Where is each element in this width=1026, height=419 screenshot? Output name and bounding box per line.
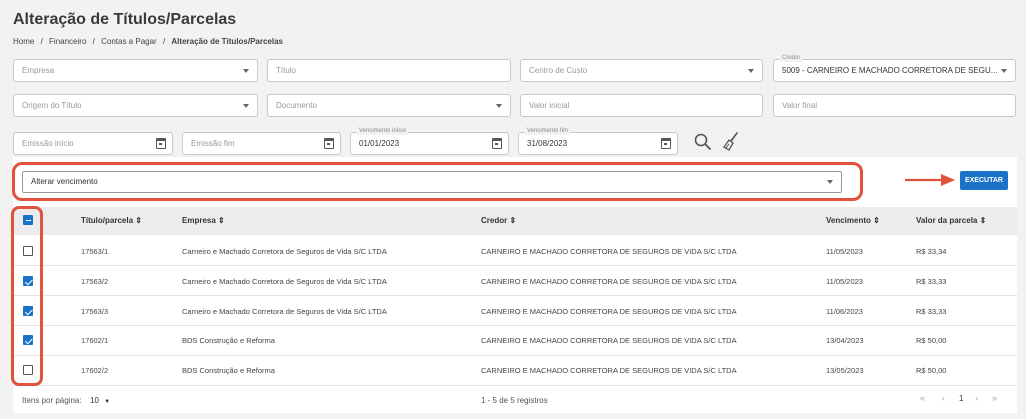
empresa-placeholder: Empresa [22, 66, 55, 75]
cell-titulo: 17563/2 [81, 277, 109, 286]
cell-empresa: BDS Construção e Reforma [182, 366, 275, 375]
origem-select[interactable]: Origem do Título [13, 94, 258, 117]
search-icon[interactable] [694, 133, 712, 151]
emissao-fim-placeholder: Emissão fim [191, 139, 235, 148]
vencimento-fim-input[interactable]: Vencimento fim 31/08/2023 [518, 127, 678, 155]
empresa-select[interactable]: Empresa [13, 59, 258, 82]
cell-credor: CARNEIRO E MACHADO CORRETORA DE SEGUROS … [481, 277, 737, 286]
valor-final-input[interactable]: Valor final [773, 94, 1016, 117]
titulo-placeholder: Título [276, 66, 297, 75]
per-page-label: Itens por página: [22, 396, 82, 405]
highlight-box-action [12, 162, 863, 201]
cell-valor: R$ 50,00 [916, 366, 947, 375]
chevron-down-icon [243, 69, 249, 73]
broom-icon[interactable] [722, 132, 740, 152]
documento-placeholder: Documento [276, 101, 317, 110]
breadcrumb-sep: / [162, 37, 166, 46]
calendar-icon[interactable] [492, 138, 502, 149]
chevron-down-icon: ▼ [104, 399, 111, 405]
col-credor[interactable]: Credor ⇕ [481, 216, 516, 225]
breadcrumb-current: Alteração de Títulos/Parcelas [171, 37, 284, 46]
calendar-icon[interactable] [324, 138, 334, 149]
centro-custo-placeholder: Centro de Custo [529, 66, 588, 75]
vencimento-inicio-value: 01/01/2023 [359, 139, 400, 148]
vencimento-inicio-input[interactable]: Vencimento início 01/01/2023 [350, 127, 509, 155]
cell-valor: R$ 33,33 [916, 307, 947, 316]
first-page-button[interactable]: « [920, 393, 925, 403]
cell-valor: R$ 33,34 [916, 247, 947, 256]
cell-valor: R$ 50,00 [916, 336, 947, 345]
col-valor[interactable]: Valor da parcela ⇕ [916, 216, 986, 225]
cell-valor: R$ 33,33 [916, 277, 947, 286]
breadcrumb-financeiro[interactable]: Financeiro [49, 37, 86, 46]
vencimento-fim-label: Vencimento fim [525, 127, 571, 135]
col-empresa[interactable]: Empresa ⇕ [182, 216, 225, 225]
centro-custo-select[interactable]: Centro de Custo [520, 59, 763, 82]
documento-select[interactable]: Documento [267, 94, 511, 117]
emissao-fim-input[interactable]: Emissão fim [182, 132, 341, 155]
page-title: Alteração de Títulos/Parcelas [13, 11, 237, 28]
cell-titulo: 17602/2 [81, 366, 109, 375]
emissao-inicio-input[interactable]: Emissão início [13, 132, 173, 155]
last-page-button[interactable]: » [992, 393, 997, 403]
per-page-value: 10 [90, 396, 99, 405]
cell-empresa: Carneiro e Machado Corretora de Seguros … [182, 247, 387, 256]
cell-credor: CARNEIRO E MACHADO CORRETORA DE SEGUROS … [481, 247, 737, 256]
cell-empresa: BDS Construção e Reforma [182, 336, 275, 345]
valor-inicial-input[interactable]: Valor inicial [520, 94, 763, 117]
credor-select[interactable]: Credor 5009 - CARNEIRO E MACHADO CORRETO… [773, 54, 1016, 82]
chevron-down-icon [1001, 69, 1007, 73]
valor-final-placeholder: Valor final [782, 101, 817, 110]
breadcrumb-sep: / [40, 37, 43, 46]
titulo-input[interactable]: Título [267, 59, 511, 82]
per-page-select[interactable]: 10 ▼ [90, 396, 110, 405]
breadcrumb-home[interactable]: Home [13, 37, 34, 46]
chevron-down-icon [496, 104, 502, 108]
valor-inicial-placeholder: Valor inicial [529, 101, 570, 110]
breadcrumb: Home / Financeiro / Contas a Pagar / Alt… [13, 37, 287, 46]
arrow-right-icon [905, 174, 955, 186]
origem-placeholder: Origem do Título [22, 101, 82, 110]
cell-credor: CARNEIRO E MACHADO CORRETORA DE SEGUROS … [481, 307, 737, 316]
chevron-down-icon [748, 69, 754, 73]
vencimento-fim-value: 31/08/2023 [527, 139, 568, 148]
cell-vencimento: 13/05/2023 [826, 366, 864, 375]
highlight-box-checkboxes [11, 206, 43, 386]
execute-button[interactable]: EXECUTAR [960, 171, 1008, 190]
cell-vencimento: 13/04/2023 [826, 336, 864, 345]
breadcrumb-contas[interactable]: Contas a Pagar [101, 37, 157, 46]
vencimento-inicio-label: Vencimento início [357, 127, 409, 135]
cell-credor: CARNEIRO E MACHADO CORRETORA DE SEGUROS … [481, 366, 737, 375]
cell-titulo: 17602/1 [81, 336, 109, 345]
cell-vencimento: 11/06/2023 [826, 307, 863, 316]
cell-titulo: 17563/3 [81, 307, 109, 316]
prev-page-button[interactable]: ‹ [942, 393, 945, 403]
cell-credor: CARNEIRO E MACHADO CORRETORA DE SEGUROS … [481, 336, 737, 345]
next-page-button[interactable]: › [975, 393, 978, 403]
cell-vencimento: 11/05/2023 [826, 277, 863, 286]
cell-titulo: 17563/1 [81, 247, 109, 256]
emissao-inicio-placeholder: Emissão início [22, 139, 74, 148]
cell-vencimento: 11/05/2023 [826, 247, 863, 256]
col-vencimento[interactable]: Vencimento ⇕ [826, 216, 880, 225]
cell-empresa: Carneiro e Machado Corretora de Seguros … [182, 307, 387, 316]
records-range: 1 - 5 de 5 registros [481, 396, 548, 405]
cell-empresa: Carneiro e Machado Corretora de Seguros … [182, 277, 387, 286]
chevron-down-icon [243, 104, 249, 108]
calendar-icon[interactable] [661, 138, 671, 149]
current-page[interactable]: 1 [959, 394, 963, 403]
credor-value: 5009 - CARNEIRO E MACHADO CORRETORA DE S… [782, 66, 998, 75]
breadcrumb-sep: / [92, 37, 95, 46]
calendar-icon[interactable] [156, 138, 166, 149]
credor-label: Credor [780, 54, 803, 62]
col-titulo[interactable]: Título/parcela ⇕ [81, 216, 142, 225]
